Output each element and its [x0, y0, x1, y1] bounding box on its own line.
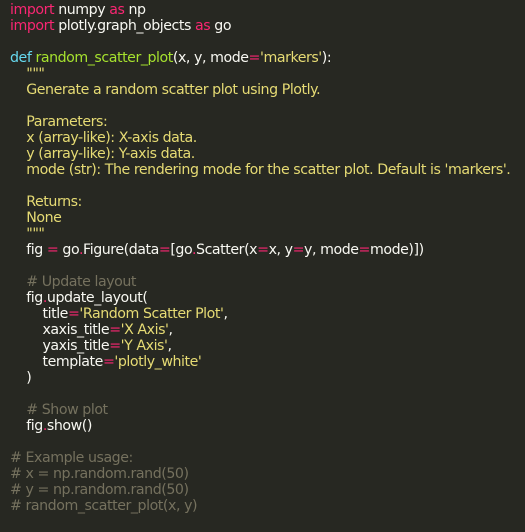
assign-operator: =: [109, 322, 121, 338]
kwarg-string: 'Random Scatter Plot': [79, 306, 224, 322]
code-token: [go: [170, 242, 192, 258]
code-line-5: """: [10, 66, 45, 82]
kwarg-name: yaxis_title: [10, 338, 110, 354]
import-keyword: import: [10, 18, 55, 34]
code-line-21: xaxis_title='X Axis',: [10, 322, 525, 338]
code-token: fig: [10, 290, 43, 306]
code-token: update_layout(: [46, 290, 148, 306]
code-comment: # Show plot: [10, 402, 108, 418]
code-token: y, mode: [304, 242, 359, 258]
code-token: show(): [46, 418, 92, 434]
assign-operator: =: [292, 242, 305, 258]
code-line-16: fig = go.Figure(data=[go.Scatter(x=x, y=…: [10, 242, 525, 258]
code-line-23: template='plotly_white': [10, 354, 525, 370]
code-line-9: x (array-like): X-axis data.: [10, 130, 197, 146]
assign-operator: =: [158, 242, 171, 258]
assign-operator: =: [248, 50, 261, 66]
as-keyword: as: [109, 2, 125, 18]
module-name: numpy: [54, 2, 110, 18]
code-line-19: fig.update_layout(: [10, 290, 525, 306]
code-line-4: def random_scatter_plot(x, y, mode='mark…: [10, 50, 525, 66]
code-comment: # y = np.random.rand(50): [10, 482, 189, 498]
code-token: fig: [10, 242, 47, 258]
code-line-15: """: [10, 226, 45, 242]
def-keyword: def: [10, 50, 32, 66]
as-keyword: as: [195, 18, 211, 34]
code-line-10: y (array-like): Y-axis data.: [10, 146, 195, 162]
code-line-20: title='Random Scatter Plot',: [10, 306, 525, 322]
code-comment: # Example usage:: [10, 450, 133, 466]
comma: ,: [167, 338, 172, 354]
default-string: 'markers': [260, 50, 322, 66]
function-params-end: ):: [321, 50, 332, 66]
code-comment: # x = np.random.rand(50): [10, 466, 189, 482]
code-token: mode)]): [370, 242, 424, 258]
code-comment: # Update layout: [10, 274, 137, 290]
kwarg-string: 'Y Axis': [120, 338, 168, 354]
code-token: Figure(data: [83, 242, 159, 258]
code-comment: # random_scatter_plot(x, y): [10, 498, 198, 514]
assign-operator: =: [109, 338, 121, 354]
kwarg-string: 'plotly_white': [114, 354, 202, 370]
function-name: random_scatter_plot: [35, 50, 173, 66]
assign-operator: =: [257, 242, 269, 258]
code-line-11: mode (str): The rendering mode for the s…: [10, 162, 511, 178]
code-token: x, y: [268, 242, 293, 258]
code-line-6: Generate a random scatter plot using Plo…: [10, 82, 321, 98]
alias-name: go: [210, 18, 232, 34]
code-line-22: yaxis_title='Y Axis',: [10, 338, 525, 354]
code-token: fig: [10, 418, 43, 434]
kwarg-name: title: [10, 306, 68, 322]
code-line-1: import numpy as np: [10, 2, 525, 18]
import-keyword: import: [10, 2, 55, 18]
code-line-8: Parameters:: [10, 114, 108, 130]
kwarg-name: template: [10, 354, 103, 370]
module-name: plotly.graph_objects: [54, 18, 196, 34]
function-params: (x, y, mode: [172, 50, 249, 66]
assign-operator: =: [46, 242, 59, 258]
code-line-2: import plotly.graph_objects as go: [10, 18, 525, 34]
assign-operator: =: [102, 354, 115, 370]
alias-name: np: [124, 2, 146, 18]
kwarg-string: 'X Axis': [120, 322, 169, 338]
code-token: go: [58, 242, 79, 258]
assign-operator: =: [358, 242, 371, 258]
code-editor[interactable]: import numpy as np import plotly.graph_o…: [0, 0, 525, 532]
comma: ,: [168, 322, 174, 338]
assign-operator: =: [67, 306, 80, 322]
kwarg-name: xaxis_title: [10, 322, 110, 338]
code-line-27: fig.show(): [10, 418, 525, 434]
comma: ,: [223, 306, 228, 322]
code-token: Scatter(x: [196, 242, 258, 258]
code-line-24: ): [10, 370, 32, 386]
code-line-13: Returns:: [10, 194, 82, 210]
code-line-14: None: [10, 210, 62, 226]
